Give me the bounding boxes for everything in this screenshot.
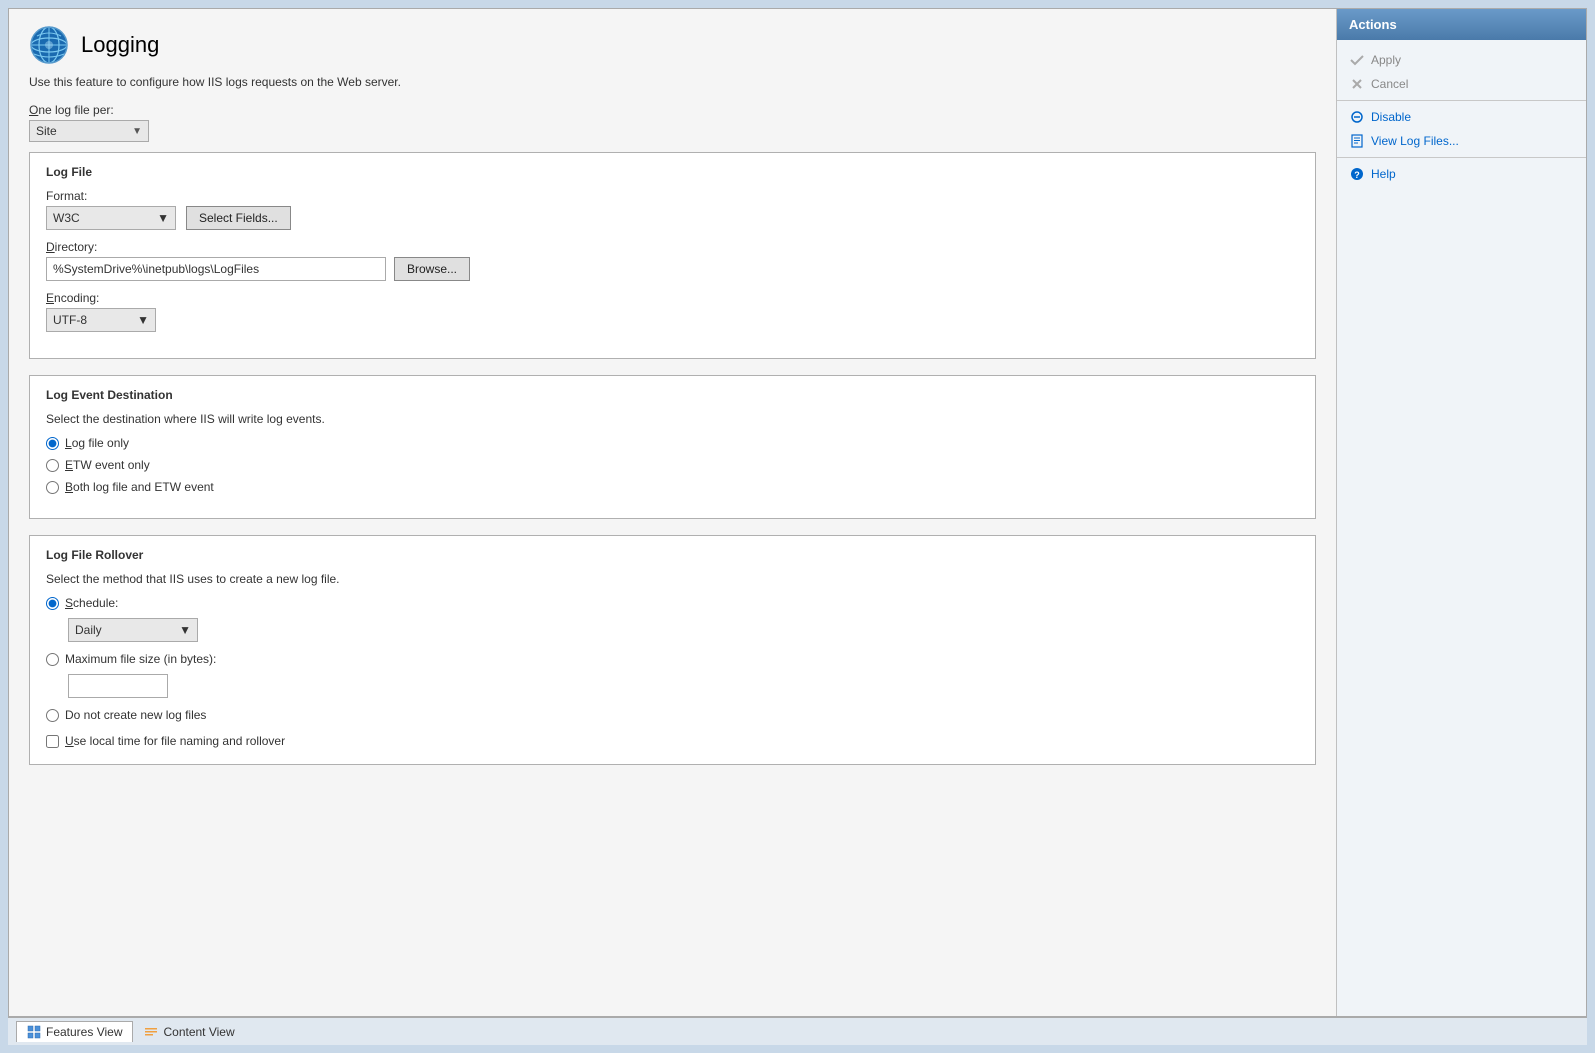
one-log-file-per-row: One log file per: Site ▼	[29, 103, 1316, 142]
use-local-time-checkbox[interactable]	[46, 735, 59, 748]
log-file-section: Log File Format: W3C ▼ Select Fields... …	[29, 152, 1316, 359]
radio-etw-label: ETW event only	[65, 458, 150, 472]
radio-max-file-size[interactable]: Maximum file size (in bytes):	[46, 652, 1299, 666]
help-icon: ?	[1349, 166, 1365, 182]
content-area: Logging Use this feature to configure ho…	[9, 9, 1336, 1016]
outer-frame: Logging Use this feature to configure ho…	[0, 0, 1595, 1053]
log-file-rollover-title: Log File Rollover	[46, 548, 1299, 562]
encoding-arrow-icon: ▼	[137, 313, 149, 327]
page-description: Use this feature to configure how IIS lo…	[29, 75, 1316, 89]
select-fields-button[interactable]: Select Fields...	[186, 206, 291, 230]
one-log-file-select[interactable]: Site ▼	[29, 120, 149, 142]
radio-no-new-log-label: Do not create new log files	[65, 708, 206, 722]
log-file-title: Log File	[46, 165, 1299, 179]
content-view-tab[interactable]: Content View	[133, 1021, 245, 1043]
view-log-files-action[interactable]: View Log Files...	[1337, 129, 1586, 153]
one-log-file-label: One log file per:	[29, 103, 1316, 117]
disable-action[interactable]: Disable	[1337, 105, 1586, 129]
max-file-size-input[interactable]	[68, 674, 168, 698]
content-view-label: Content View	[163, 1025, 234, 1039]
disable-icon	[1349, 109, 1365, 125]
radio-do-not-create[interactable]: Do not create new log files	[46, 708, 1299, 722]
log-event-destination-section: Log Event Destination Select the destina…	[29, 375, 1316, 519]
encoding-select[interactable]: UTF-8 ▼	[46, 308, 156, 332]
select-arrow-icon: ▼	[132, 126, 142, 137]
bottom-bar: Features View Content View	[8, 1017, 1587, 1045]
rollover-radio-group: Schedule: Daily ▼ Maximum file size (in …	[46, 596, 1299, 722]
content-view-icon	[144, 1025, 158, 1039]
disable-label: Disable	[1371, 110, 1411, 124]
page-header: Logging	[29, 25, 1316, 65]
radio-log-file-only[interactable]: Log file only	[46, 436, 1299, 450]
use-local-time-row[interactable]: Use local time for file naming and rollo…	[46, 734, 1299, 748]
rollover-description: Select the method that IIS uses to creat…	[46, 572, 1299, 586]
directory-input[interactable]	[46, 257, 386, 281]
browse-button[interactable]: Browse...	[394, 257, 470, 281]
cancel-label: Cancel	[1371, 77, 1408, 91]
directory-label: Directory:	[46, 240, 1299, 254]
log-file-rollover-section: Log File Rollover Select the method that…	[29, 535, 1316, 765]
help-label: Help	[1371, 167, 1396, 181]
cancel-action[interactable]: Cancel	[1337, 72, 1586, 96]
view-log-files-label: View Log Files...	[1371, 134, 1459, 148]
radio-schedule-label: Schedule:	[65, 596, 118, 610]
schedule-arrow-icon: ▼	[179, 623, 191, 637]
format-label: Format:	[46, 189, 1299, 203]
log-event-radio-group: Log file only ETW event only Both log fi…	[46, 436, 1299, 494]
cancel-icon	[1349, 76, 1365, 92]
actions-divider-1	[1337, 100, 1586, 101]
radio-both[interactable]: Both log file and ETW event	[46, 480, 1299, 494]
log-event-description: Select the destination where IIS will wr…	[46, 412, 1299, 426]
features-view-icon	[27, 1025, 41, 1039]
actions-panel: Actions Apply	[1336, 9, 1586, 1016]
encoding-label: Encoding:	[46, 291, 1299, 305]
format-select[interactable]: W3C ▼	[46, 206, 176, 230]
format-row: Format: W3C ▼ Select Fields...	[46, 189, 1299, 230]
radio-etw-event-only[interactable]: ETW event only	[46, 458, 1299, 472]
radio-both-label: Both log file and ETW event	[65, 480, 214, 494]
main-container: Logging Use this feature to configure ho…	[8, 8, 1587, 1017]
features-view-label: Features View	[46, 1025, 122, 1039]
apply-icon	[1349, 52, 1365, 68]
apply-label: Apply	[1371, 53, 1401, 67]
use-local-time-label: Use local time for file naming and rollo…	[65, 734, 285, 748]
schedule-row: Daily ▼	[68, 618, 1299, 642]
actions-divider-2	[1337, 157, 1586, 158]
directory-controls: Browse...	[46, 257, 1299, 281]
view-log-files-icon	[1349, 133, 1365, 149]
radio-log-file-only-label: Log file only	[65, 436, 129, 450]
features-view-tab[interactable]: Features View	[16, 1021, 133, 1042]
help-action[interactable]: ? Help	[1337, 162, 1586, 186]
directory-row: Directory: Browse...	[46, 240, 1299, 281]
schedule-select[interactable]: Daily ▼	[68, 618, 198, 642]
apply-action[interactable]: Apply	[1337, 48, 1586, 72]
globe-icon	[29, 25, 69, 65]
encoding-row: Encoding: UTF-8 ▼	[46, 291, 1299, 332]
svg-text:?: ?	[1354, 170, 1360, 180]
page-title: Logging	[81, 32, 159, 58]
format-arrow-icon: ▼	[157, 211, 169, 225]
format-controls: W3C ▼ Select Fields...	[46, 206, 1299, 230]
actions-list: Apply Cancel	[1337, 40, 1586, 194]
actions-header: Actions	[1337, 9, 1586, 40]
radio-max-size-label: Maximum file size (in bytes):	[65, 652, 216, 666]
log-event-destination-title: Log Event Destination	[46, 388, 1299, 402]
radio-schedule[interactable]: Schedule:	[46, 596, 1299, 610]
